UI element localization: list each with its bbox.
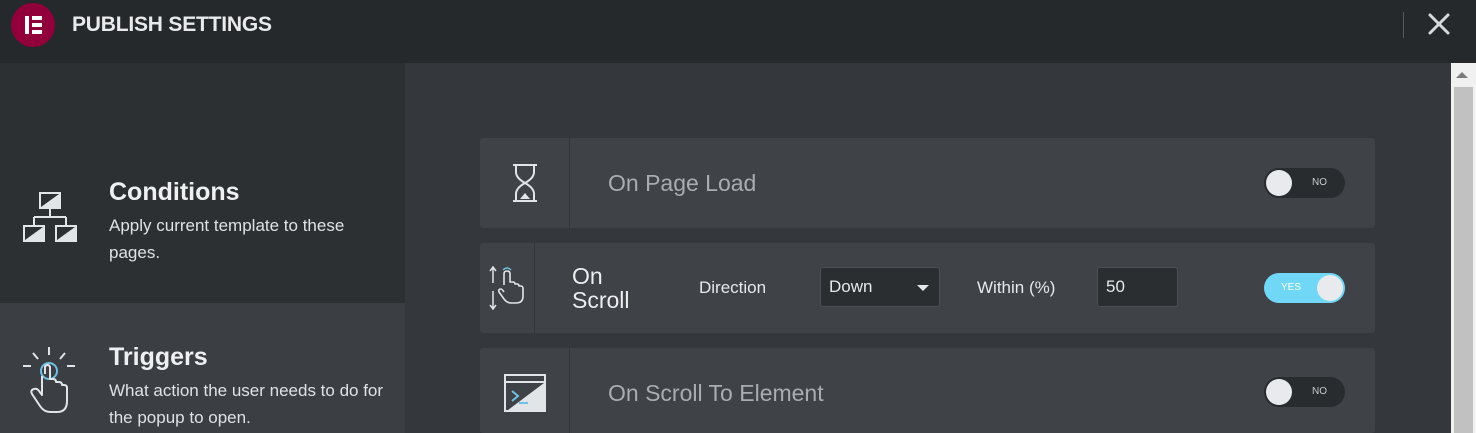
terminal-window-icon [504,374,546,412]
direction-value: Down [829,277,873,296]
scroll-toggle[interactable]: YES [1264,273,1345,303]
sitemap-icon [23,192,77,242]
trigger-row-scroll: On Scroll Direction Down Within (%) YES [480,243,1375,333]
trigger-label: On Page Load [608,170,757,196]
toggle-knob [1266,379,1292,405]
direction-label: Direction [699,278,767,297]
triggers-panel: On Page Load NO On Scroll Direction Down… [405,63,1451,433]
tap-gesture-icon [23,347,75,413]
trigger-label: On Scroll [572,263,630,313]
chevron-down-icon [917,285,929,291]
sidebar-item-title: Conditions [109,178,240,206]
toggle-label: YES [1281,282,1302,293]
scroll-up-arrow-icon[interactable] [1456,72,1468,78]
trigger-icon-cell [480,348,570,433]
sidebar-item-title: Triggers [109,343,208,371]
toggle-label: NO [1312,177,1327,188]
page-load-toggle[interactable]: NO [1264,168,1345,198]
sidebar: Conditions Apply current template to the… [0,63,405,433]
toggle-label: NO [1312,386,1327,397]
trigger-label: On Scroll To Element [608,380,824,406]
toggle-knob [1266,170,1292,196]
header-bar: PUBLISH SETTINGS [0,0,1476,63]
scrollbar-thumb[interactable] [1454,87,1473,433]
sidebar-item-description: Apply current template to these pages. [109,216,345,262]
sidebar-item-description: What action the user needs to do for the… [109,381,384,427]
hourglass-icon [513,164,537,202]
page-title: PUBLISH SETTINGS [72,13,272,36]
scroll-hand-icon [489,265,524,311]
within-percent-input[interactable] [1097,267,1178,307]
within-label: Within (%) [977,278,1056,297]
trigger-row-scroll-to-element: On Scroll To Element NO [480,348,1375,433]
direction-select[interactable]: Down [820,267,940,307]
scroll-to-element-toggle[interactable]: NO [1264,377,1345,407]
sidebar-item-triggers[interactable]: Triggers What action the user needs to d… [0,303,405,433]
close-button[interactable] [1425,10,1453,38]
header-divider [1403,12,1404,38]
close-icon [1428,13,1450,35]
toggle-knob [1317,275,1343,301]
trigger-icon-cell [480,243,535,333]
trigger-icon-cell [480,138,570,228]
trigger-row-page-load: On Page Load NO [480,138,1375,228]
sidebar-item-conditions[interactable]: Conditions Apply current template to the… [0,63,405,303]
elementor-logo-icon [11,3,55,47]
scrollbar[interactable] [1451,63,1476,433]
